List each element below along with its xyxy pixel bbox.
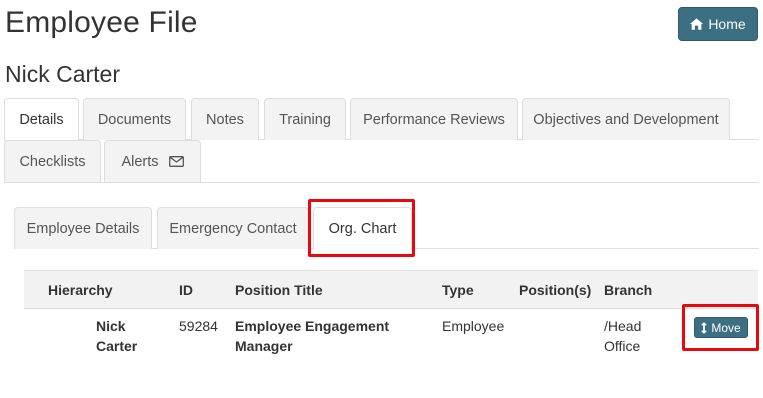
- tab-details[interactable]: Details: [4, 98, 79, 141]
- column-header-branch: Branch: [604, 282, 653, 298]
- subtab-label: Employee Details: [26, 220, 140, 237]
- table-row: Nick Carter 59284 Employee Engagement Ma…: [24, 309, 758, 369]
- main-tabs: Details Documents Notes Training Perform…: [4, 98, 759, 183]
- tab-documents[interactable]: Documents: [83, 98, 186, 140]
- envelope-icon: [168, 156, 184, 167]
- hierarchy-name-line: Carter: [96, 338, 138, 354]
- tabs-divider: [4, 182, 759, 183]
- tab-alerts[interactable]: Alerts: [104, 140, 201, 182]
- hierarchy-cell: Nick Carter: [96, 316, 137, 356]
- tab-objectives-and-development[interactable]: Objectives and Development: [522, 98, 730, 140]
- home-icon: [690, 18, 704, 30]
- branch-line: Office: [604, 338, 641, 354]
- subtab-emergency-contact[interactable]: Emergency Contact: [157, 207, 309, 249]
- tab-checklists[interactable]: Checklists: [4, 140, 101, 182]
- column-header-hierarchy: Hierarchy: [48, 282, 113, 298]
- position-title-line: Manager: [235, 338, 293, 354]
- type-cell: Employee: [442, 318, 505, 334]
- sub-tabs: Employee Details Emergency Contact Org. …: [14, 205, 759, 250]
- tab-label: Notes: [206, 111, 244, 128]
- subtab-employee-details[interactable]: Employee Details: [14, 207, 152, 249]
- tab-label: Documents: [97, 111, 172, 128]
- page-title: Employee File: [5, 6, 198, 39]
- tab-label: Objectives and Development: [533, 111, 719, 128]
- home-button-label: Home: [708, 16, 746, 32]
- position-title-cell: Employee Engagement Manager: [235, 316, 389, 356]
- move-button[interactable]: Move: [694, 317, 748, 338]
- tab-label: Alerts: [121, 153, 159, 170]
- tab-label: Training: [279, 111, 331, 128]
- id-cell: 59284: [179, 318, 218, 334]
- home-button[interactable]: Home: [678, 7, 758, 41]
- move-button-label: Move: [711, 320, 741, 335]
- tab-performance-reviews[interactable]: Performance Reviews: [350, 98, 518, 140]
- branch-line: /Head: [604, 318, 642, 334]
- position-title-line: Employee Engagement: [235, 318, 390, 334]
- table-header: Hierarchy ID Position Title Type Positio…: [24, 270, 758, 309]
- tab-label: Checklists: [19, 153, 86, 170]
- employee-name: Nick Carter: [5, 61, 121, 87]
- hierarchy-name-line: Nick: [96, 318, 126, 334]
- tab-label: Performance Reviews: [363, 111, 505, 128]
- column-header-position-title: Position Title: [235, 282, 323, 298]
- column-header-id: ID: [179, 282, 193, 298]
- column-header-type: Type: [442, 282, 474, 298]
- vertical-arrows-icon: [701, 321, 708, 334]
- subtab-label: Org. Chart: [328, 221, 397, 237]
- tab-notes[interactable]: Notes: [191, 98, 259, 140]
- tab-label: Details: [19, 112, 64, 128]
- subtab-label: Emergency Contact: [169, 220, 297, 237]
- tab-training[interactable]: Training: [264, 98, 346, 140]
- subtab-org-chart[interactable]: Org. Chart: [313, 207, 412, 250]
- column-header-positions: Position(s): [519, 282, 592, 298]
- branch-cell: /Head Office: [604, 316, 641, 356]
